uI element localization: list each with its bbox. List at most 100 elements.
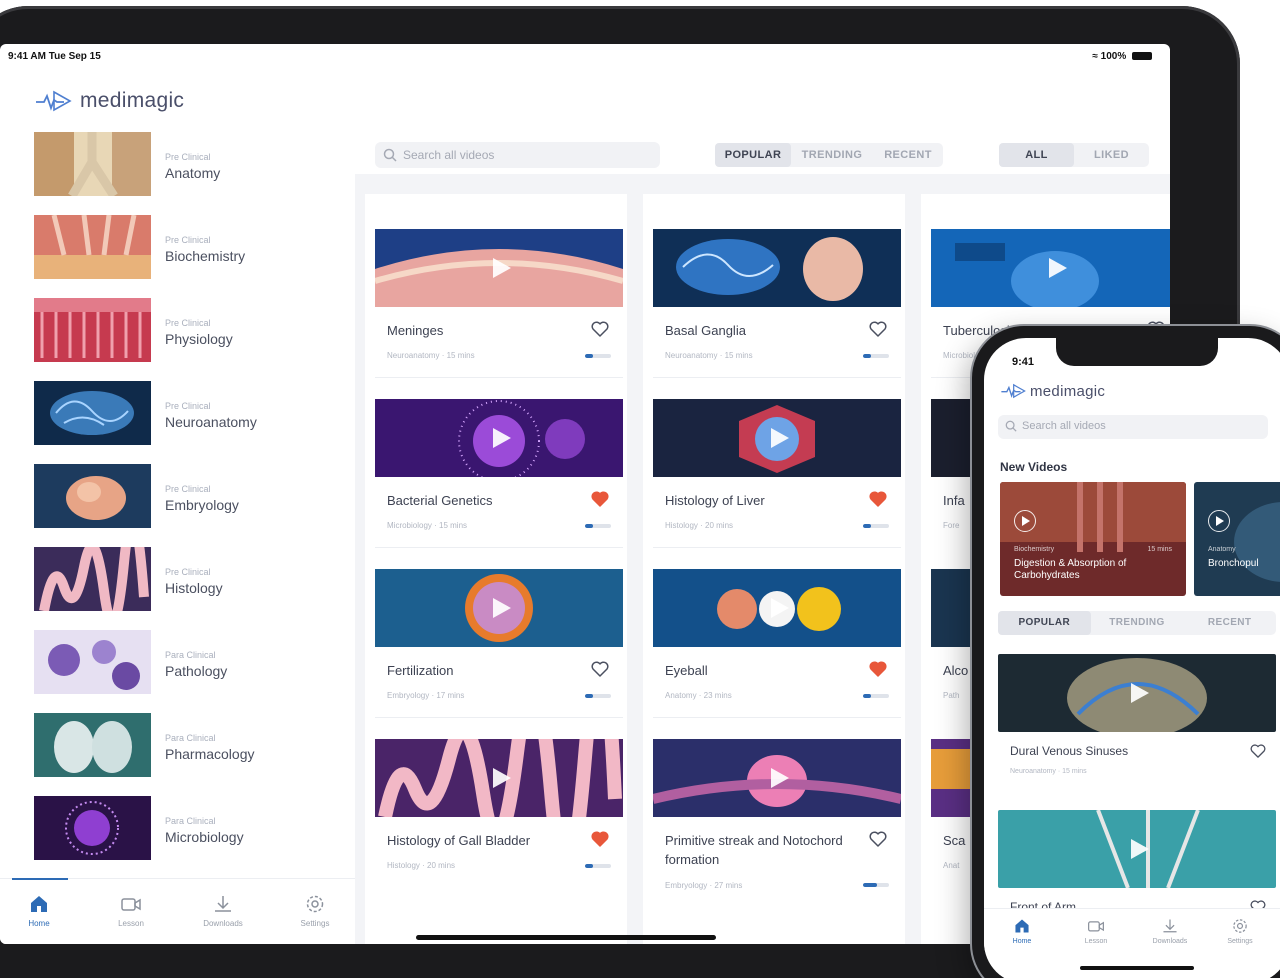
heart-outline-icon[interactable] bbox=[869, 831, 887, 847]
top-bar: Search all videos POPULAR TRENDING RECEN… bbox=[355, 66, 1170, 174]
subject-item-embryology[interactable]: Pre Clinical Embryology bbox=[0, 464, 330, 534]
tab-downloads[interactable]: Downloads bbox=[178, 893, 268, 928]
tab-lesson[interactable]: Lesson bbox=[86, 893, 176, 928]
subject-item-physiology[interactable]: Pre Clinical Physiology bbox=[0, 298, 330, 368]
heart-outline-icon[interactable] bbox=[591, 661, 609, 677]
tab-label: Lesson bbox=[118, 919, 144, 928]
tab-lesson[interactable]: Lesson bbox=[1066, 917, 1126, 945]
subject-thumbnail bbox=[34, 215, 151, 279]
heart-filled-icon[interactable] bbox=[869, 661, 887, 677]
subject-item-neuroanatomy[interactable]: Pre Clinical Neuroanatomy bbox=[0, 381, 330, 451]
progress-bar bbox=[585, 694, 611, 698]
search-input[interactable]: Search all videos bbox=[998, 415, 1268, 439]
subject-category: Para Clinical bbox=[165, 733, 216, 743]
subject-category: Pre Clinical bbox=[165, 235, 211, 245]
tab-settings[interactable]: Settings bbox=[270, 893, 360, 928]
tab-settings[interactable]: Settings bbox=[1210, 917, 1270, 945]
video-card[interactable]: Eyeball Anatomy · 23 mins bbox=[653, 569, 901, 719]
subject-item-pharmacology[interactable]: Para Clinical Pharmacology bbox=[0, 713, 330, 783]
subject-item-histology[interactable]: Pre Clinical Histology bbox=[0, 547, 330, 617]
subject-name: Pathology bbox=[165, 663, 228, 679]
video-category: Anatomy bbox=[1208, 546, 1236, 553]
play-icon bbox=[1014, 510, 1036, 532]
subject-name: Histology bbox=[165, 580, 223, 596]
subject-item-pathology[interactable]: Para Clinical Pathology bbox=[0, 630, 330, 700]
status-time: 9:41 AM Tue Sep 15 bbox=[8, 51, 101, 62]
sort-option-recent[interactable]: RECENT bbox=[873, 143, 943, 167]
wifi-icon: ≈ bbox=[1092, 51, 1098, 62]
card-divider bbox=[375, 547, 623, 548]
new-video-card[interactable]: Biochemistry 15 mins Digestion & Absorpt… bbox=[1000, 482, 1186, 596]
tab-label: Downloads bbox=[203, 919, 243, 928]
play-icon bbox=[1049, 258, 1067, 278]
sort-option-popular[interactable]: POPULAR bbox=[715, 143, 791, 167]
tab-downloads[interactable]: Downloads bbox=[1140, 917, 1200, 945]
heart-filled-icon[interactable] bbox=[869, 491, 887, 507]
video-title: Dural Venous Sinuses bbox=[1010, 744, 1129, 758]
filter-segmented-control: ALL LIKED bbox=[999, 143, 1149, 167]
filter-option-liked[interactable]: LIKED bbox=[1074, 143, 1149, 167]
card-divider bbox=[653, 717, 901, 718]
heart-outline-icon[interactable] bbox=[591, 321, 609, 337]
video-meta: Histology · 20 mins bbox=[387, 861, 456, 870]
app-logo[interactable]: medimagic bbox=[1000, 382, 1105, 400]
search-input[interactable]: Search all videos bbox=[375, 142, 660, 168]
home-indicator bbox=[1080, 966, 1194, 970]
video-card[interactable]: Primitive streak and Notochord formation… bbox=[653, 739, 901, 890]
subject-category: Pre Clinical bbox=[165, 567, 211, 577]
play-icon bbox=[1131, 839, 1149, 859]
video-card[interactable]: Fertilization Embryology · 17 mins bbox=[375, 569, 623, 719]
video-column: Meninges Neuroanatomy · 15 mins Bacteria… bbox=[365, 194, 627, 944]
subject-item-microbiology[interactable]: Para Clinical Microbiology bbox=[0, 796, 330, 866]
subject-item-anatomy[interactable]: Pre Clinical Anatomy bbox=[0, 132, 330, 202]
battery-indicator: ≈ 100% bbox=[1092, 51, 1152, 62]
video-meta: Embryology · 17 mins bbox=[387, 691, 465, 700]
video-meta: Anatomy · 23 mins bbox=[665, 691, 732, 700]
heart-filled-icon[interactable] bbox=[591, 831, 609, 847]
battery-percent: 100% bbox=[1100, 51, 1127, 62]
video-card[interactable]: Bacterial Genetics Microbiology · 15 min… bbox=[375, 399, 623, 549]
download-icon bbox=[215, 896, 231, 912]
video-duration: 15 mins bbox=[1147, 546, 1172, 553]
new-video-card[interactable]: Anatomy Bronchopul bbox=[1194, 482, 1280, 596]
video-card[interactable]: Basal Ganglia Neuroanatomy · 15 mins bbox=[653, 229, 901, 379]
heart-outline-icon[interactable] bbox=[1250, 744, 1266, 758]
video-category: Biochemistry bbox=[1014, 546, 1055, 553]
heart-outline-icon[interactable] bbox=[869, 321, 887, 337]
subject-thumbnail bbox=[34, 630, 151, 694]
tab-home[interactable]: Home bbox=[992, 917, 1052, 945]
video-card[interactable]: Histology of Liver Histology · 20 mins bbox=[653, 399, 901, 549]
iphone-device: 9:41 medimagic Search all videos New Vid… bbox=[972, 326, 1280, 978]
filter-option-all[interactable]: ALL bbox=[999, 143, 1074, 167]
play-icon bbox=[493, 598, 511, 618]
play-icon bbox=[493, 258, 511, 278]
video-meta: Anat bbox=[943, 861, 960, 870]
sort-option-recent[interactable]: RECENT bbox=[1183, 611, 1276, 635]
card-divider bbox=[375, 377, 623, 378]
tab-home[interactable]: Home bbox=[0, 893, 84, 928]
medimagic-logo-icon bbox=[36, 90, 72, 112]
heart-filled-icon[interactable] bbox=[591, 491, 609, 507]
video-card[interactable]: Histology of Gall Bladder Histology · 20… bbox=[375, 739, 623, 889]
section-title: New Videos bbox=[1000, 460, 1068, 474]
play-icon bbox=[1131, 683, 1149, 703]
subject-item-biochemistry[interactable]: Pre Clinical Biochemistry bbox=[0, 215, 330, 285]
subject-name: Pharmacology bbox=[165, 746, 255, 762]
sort-option-popular[interactable]: POPULAR bbox=[998, 611, 1091, 635]
app-logo[interactable]: medimagic bbox=[34, 88, 184, 114]
status-bar: 9:41 AM Tue Sep 15 ≈ 100% bbox=[0, 44, 1170, 66]
home-icon bbox=[31, 896, 47, 912]
video-meta: Histology · 20 mins bbox=[665, 521, 734, 530]
subject-name: Anatomy bbox=[165, 165, 221, 181]
video-meta: Neuroanatomy · 15 mins bbox=[387, 351, 475, 360]
video-title: Primitive streak and Notochord formation bbox=[665, 833, 843, 867]
subject-category: Para Clinical bbox=[165, 650, 216, 660]
card-divider bbox=[653, 377, 901, 378]
subject-category: Pre Clinical bbox=[165, 318, 211, 328]
sort-option-trending[interactable]: TRENDING bbox=[791, 143, 873, 167]
video-card[interactable]: Meninges Neuroanatomy · 15 mins bbox=[375, 229, 623, 379]
sort-option-trending[interactable]: TRENDING bbox=[1091, 611, 1184, 635]
subject-thumbnail bbox=[34, 298, 151, 362]
video-camera-icon bbox=[121, 898, 141, 911]
progress-bar bbox=[585, 864, 611, 868]
